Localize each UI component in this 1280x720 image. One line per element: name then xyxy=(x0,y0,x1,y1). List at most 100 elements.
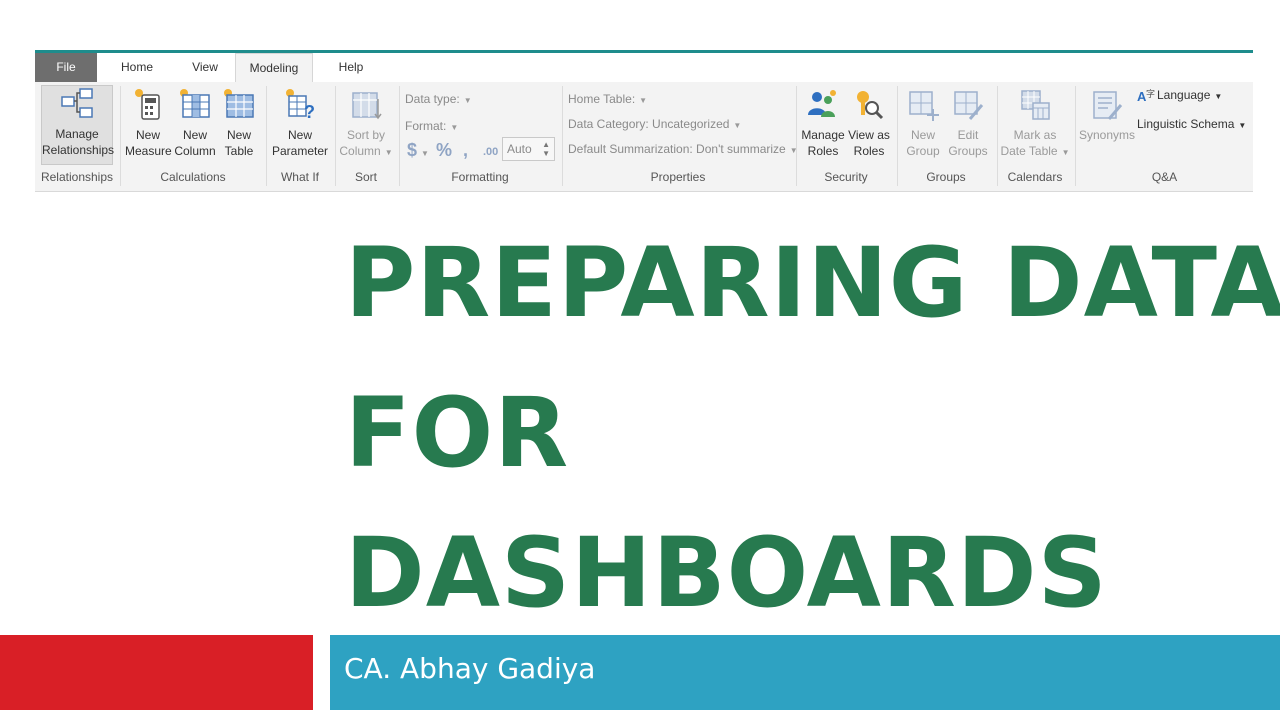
manage-roles-label-2: Roles xyxy=(807,144,839,158)
sort-by-column-button[interactable]: Sort by Column ▼ xyxy=(338,87,394,165)
tab-modeling[interactable]: Modeling xyxy=(235,53,313,83)
format-caret-icon: ▼ xyxy=(450,123,459,132)
new-column-icon xyxy=(180,89,210,118)
decimal-places-value: Auto xyxy=(507,142,532,156)
calculator-icon xyxy=(135,89,160,120)
new-measure-button[interactable]: New Measure xyxy=(125,87,172,165)
decimals-button[interactable]: .00 xyxy=(483,146,498,158)
group-label-relationships: Relationships xyxy=(40,170,114,184)
home-table-label: Home Table: xyxy=(568,92,636,106)
linguistic-schema-dropdown[interactable]: Linguistic Schema ▼ xyxy=(1137,117,1246,131)
language-icon: A 字 xyxy=(1137,88,1155,104)
mark-as-date-table-label-1: Mark as xyxy=(1013,128,1057,142)
group-label-calendars: Calendars xyxy=(1007,170,1063,184)
group-label-security: Security xyxy=(824,170,868,184)
date-table-caret-icon: ▼ xyxy=(1061,148,1070,157)
view-as-roles-button[interactable]: View as Roles xyxy=(847,87,891,165)
manage-roles-label-1: Manage xyxy=(801,128,845,142)
new-group-icon xyxy=(909,91,939,121)
new-table-label-2: Table xyxy=(224,144,254,158)
decimal-places-stepper[interactable]: Auto ▲ ▼ xyxy=(502,137,555,161)
data-type-dropdown[interactable]: Data type: ▼ xyxy=(405,92,472,106)
new-measure-label-1: New xyxy=(135,128,160,142)
svg-text:字: 字 xyxy=(1146,88,1155,99)
new-parameter-button[interactable]: ? New Parameter xyxy=(271,87,329,165)
tab-help[interactable]: Help xyxy=(325,53,377,82)
manage-relationships-button[interactable]: Manage Relationships xyxy=(41,85,115,165)
group-label-properties: Properties xyxy=(650,170,706,184)
default-summarization-label: Default Summarization: Don't summarize xyxy=(568,142,786,156)
mark-as-date-table-label-2-text: Date Table xyxy=(1000,144,1058,158)
group-label-formatting: Formatting xyxy=(451,170,509,184)
group-label-sort: Sort xyxy=(354,170,377,184)
tab-bar: File Home View Modeling Help xyxy=(35,53,1253,83)
new-parameter-label-1: New xyxy=(287,128,312,142)
synonyms-label: Synonyms xyxy=(1078,128,1136,142)
relationships-icon xyxy=(61,88,93,118)
percent-button[interactable]: % xyxy=(436,140,452,161)
data-type-label: Data type: xyxy=(405,92,460,106)
sort-dropdown-caret-icon: ▼ xyxy=(384,148,393,157)
edit-groups-icon xyxy=(954,91,984,120)
new-column-button[interactable]: New Column xyxy=(172,87,218,165)
author-name: CA. Abhay Gadiya xyxy=(344,652,596,685)
parameter-icon: ? xyxy=(286,89,315,122)
title-line-1: PREPARING DATA xyxy=(345,227,1280,339)
language-dropdown[interactable]: A 字 Language ▼ xyxy=(1137,88,1222,104)
view-as-roles-label-1: View as xyxy=(848,128,890,142)
home-table-dropdown[interactable]: Home Table: ▼ xyxy=(568,92,647,106)
view-as-roles-icon xyxy=(857,91,884,120)
synonyms-icon xyxy=(1093,91,1123,120)
data-type-caret-icon: ▼ xyxy=(463,96,472,105)
comma-button[interactable]: , xyxy=(463,140,468,161)
currency-symbol: $ xyxy=(407,140,418,160)
mark-as-date-table-button[interactable]: Mark as Date Table ▼ xyxy=(999,87,1071,165)
group-label-calculations: Calculations xyxy=(160,170,226,184)
red-accent-bar xyxy=(0,635,313,710)
currency-caret-icon: ▼ xyxy=(421,149,429,158)
default-summarization-dropdown[interactable]: Default Summarization: Don't summarize ▼ xyxy=(568,142,798,156)
edit-groups-button[interactable]: Edit Groups xyxy=(945,87,991,165)
format-label: Format: xyxy=(405,119,447,133)
new-group-label-2: Group xyxy=(906,144,940,158)
edit-groups-label-2: Groups xyxy=(948,144,988,158)
view-as-roles-label-2: Roles xyxy=(853,144,885,158)
group-label-qa: Q&A xyxy=(1151,170,1178,184)
synonyms-button[interactable]: Synonyms xyxy=(1077,87,1137,165)
date-table-icon xyxy=(1021,90,1050,120)
new-measure-label-2: Measure xyxy=(125,144,172,158)
title-line-2: FOR xyxy=(345,377,570,489)
new-column-label-1: New xyxy=(182,128,207,142)
language-label: Language xyxy=(1157,88,1211,103)
format-dropdown[interactable]: Format: ▼ xyxy=(405,119,458,133)
new-table-label-1: New xyxy=(226,128,251,142)
title-line-3: DASHBOARDS xyxy=(345,517,1108,629)
data-category-label: Data Category: Uncategorized xyxy=(568,117,730,131)
tab-view[interactable]: View xyxy=(177,53,233,82)
mark-as-date-table-label-2: Date Table ▼ xyxy=(999,143,1071,161)
currency-button[interactable]: $ ▼ xyxy=(407,140,429,161)
new-column-label-2: Column xyxy=(174,144,216,158)
linguistic-schema-caret-icon: ▼ xyxy=(1238,121,1247,130)
new-table-button[interactable]: New Table xyxy=(218,87,260,165)
manage-roles-button[interactable]: Manage Roles xyxy=(799,87,847,165)
new-parameter-label-2: Parameter xyxy=(271,144,329,158)
group-label-groups: Groups xyxy=(926,170,966,184)
edit-groups-label-1: Edit xyxy=(957,128,979,142)
data-category-dropdown[interactable]: Data Category: Uncategorized ▼ xyxy=(568,117,741,131)
tab-home[interactable]: Home xyxy=(107,53,167,82)
new-group-button[interactable]: New Group xyxy=(901,87,945,165)
sort-by-column-label-1: Sort by xyxy=(346,128,385,142)
manage-roles-icon xyxy=(808,90,836,117)
data-category-caret-icon: ▼ xyxy=(733,121,742,130)
language-caret-icon: ▼ xyxy=(1214,92,1223,102)
stepper-arrows-icon[interactable]: ▲ ▼ xyxy=(542,140,550,158)
sort-by-column-label-2-text: Column xyxy=(339,144,381,158)
ribbon-panel: Manage Relationships Relationships New M… xyxy=(35,82,1253,192)
new-group-label-1: New xyxy=(910,128,935,142)
home-table-caret-icon: ▼ xyxy=(639,96,648,105)
tab-file[interactable]: File xyxy=(35,53,97,82)
manage-relationships-label-1: Manage xyxy=(55,127,99,141)
sort-icon xyxy=(352,92,382,120)
manage-relationships-label-2: Relationships xyxy=(42,143,115,157)
